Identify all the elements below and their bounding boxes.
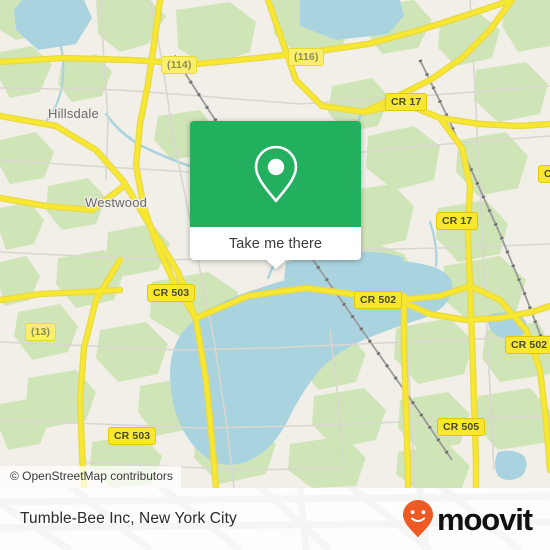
place-label-westwood: Westwood (85, 195, 148, 210)
road-shield-cr502-east[interactable]: CR 502 (505, 336, 550, 354)
page-title: Tumble-Bee Inc, New York City (20, 510, 237, 527)
moovit-smiley-pin-icon (402, 500, 433, 538)
place-label-hillsdale: Hillsdale (48, 106, 99, 121)
map-screenshot: Hillsdale Westwood (114) (116) CR 17 CR … (0, 0, 550, 550)
road-shield-edge-clipped[interactable]: CR (538, 165, 550, 183)
take-me-there-button[interactable]: Take me there (229, 236, 322, 252)
road-shield-cr503-south[interactable]: CR 503 (108, 427, 157, 445)
road-shield-114[interactable]: (114) (161, 56, 198, 74)
road-shield-13[interactable]: (13) (25, 323, 57, 341)
road-shield-cr505[interactable]: CR 505 (437, 418, 486, 436)
location-popup-card[interactable]: Take me there (190, 121, 361, 269)
map-canvas[interactable]: Hillsdale Westwood (114) (116) CR 17 CR … (0, 0, 550, 488)
road-shield-116[interactable]: (116) (288, 48, 325, 66)
osm-attribution[interactable]: © OpenStreetMap contributors (0, 466, 181, 488)
road-shield-cr502-west[interactable]: CR 502 (354, 291, 403, 309)
map-pin-icon (254, 145, 297, 203)
road-shield-cr17-south[interactable]: CR 17 (436, 212, 479, 230)
popup-header (190, 121, 361, 227)
road-shield-cr503-north[interactable]: CR 503 (147, 284, 196, 302)
popup-footer[interactable]: Take me there (190, 227, 361, 269)
moovit-brand-logo[interactable]: moovit (401, 499, 533, 539)
footer-bar: Tumble-Bee Inc, New York City moovit (0, 488, 550, 550)
popup-tail-pointer (264, 259, 287, 269)
road-shield-cr17-north[interactable]: CR 17 (385, 93, 428, 111)
moovit-wordmark: moovit (436, 501, 533, 537)
